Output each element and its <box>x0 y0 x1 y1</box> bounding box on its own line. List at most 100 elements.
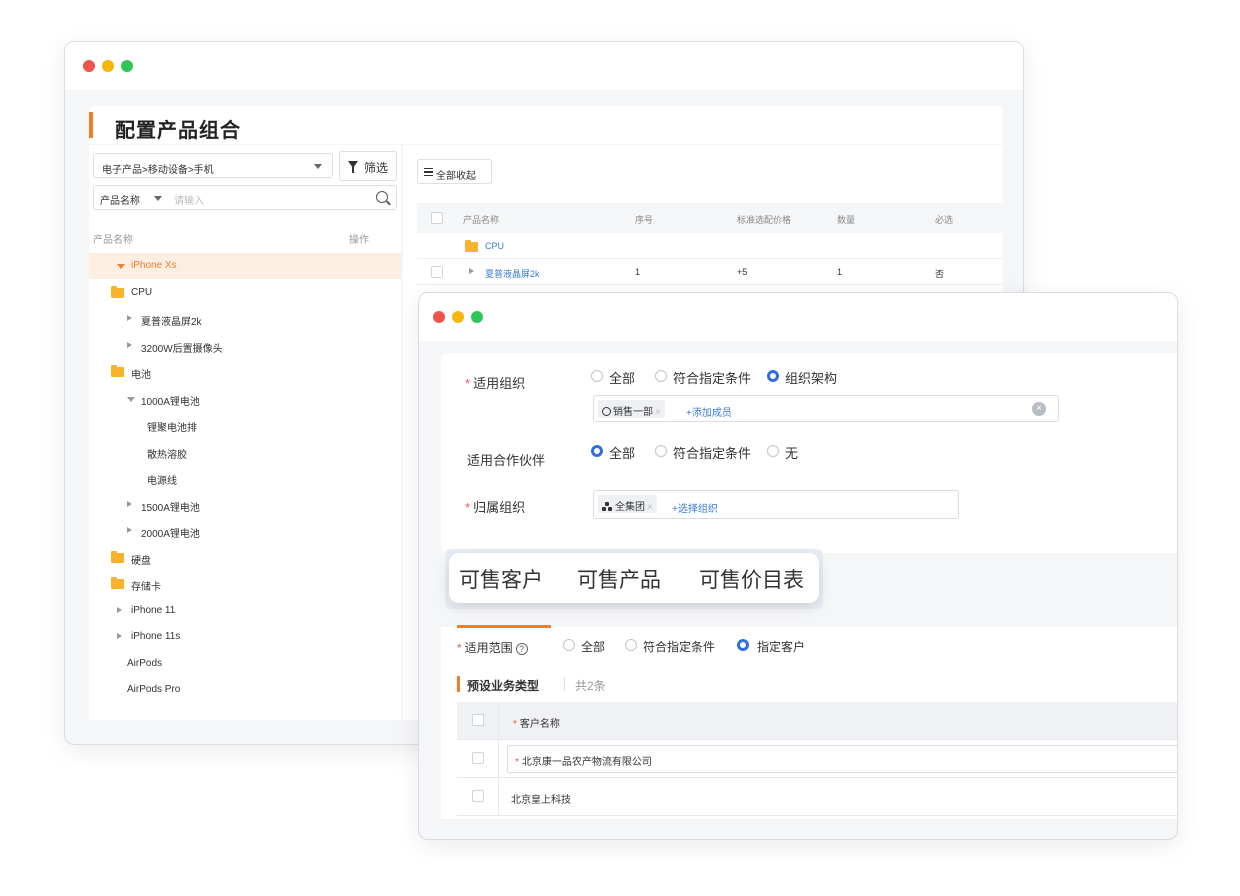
tree-item[interactable]: iPhone 11 <box>89 598 401 624</box>
chevron-down-icon <box>314 164 322 169</box>
tree-item[interactable]: iPhone Xs <box>89 253 401 279</box>
tree-item[interactable]: 锂聚电池排 <box>89 412 401 438</box>
table-row[interactable]: 北京皇上科技 <box>457 778 1177 816</box>
tree-item[interactable]: 夏普液晶屏2k <box>89 306 401 332</box>
row-checkbox[interactable] <box>472 752 484 764</box>
collapse-icon[interactable] <box>117 264 125 269</box>
row-checkbox[interactable] <box>431 266 443 278</box>
org-radio-all[interactable] <box>591 370 603 382</box>
table-row[interactable]: * 北京康一品农产物流有限公司 <box>457 740 1177 778</box>
tree-item[interactable]: 1500A锂电池 <box>89 492 401 518</box>
col-qty: 数量 <box>837 215 856 225</box>
folder-icon <box>111 577 124 589</box>
close-dot[interactable] <box>83 60 95 72</box>
tree-item-label: CPU <box>131 286 153 298</box>
section-count: 共2条 <box>575 679 606 693</box>
close-dot[interactable] <box>433 311 445 323</box>
col-name: 产品名称 <box>463 215 500 225</box>
expand-icon[interactable] <box>469 268 474 274</box>
tree-item[interactable]: CPU <box>89 280 401 306</box>
col-price: 标准选配价格 <box>737 215 792 225</box>
availability-window: * 适用组织 全部 符合指定条件 组织架构 销售一部 × +添加成员 × 适用合作伙… <box>418 292 1178 840</box>
tree-item-label: AirPods Pro <box>127 684 181 695</box>
tag-close-icon[interactable]: × <box>655 407 661 418</box>
org-member-input[interactable]: 销售一部 × +添加成员 × <box>593 395 1059 422</box>
tree-item[interactable]: 存储卡 <box>89 571 401 597</box>
minimize-dot[interactable] <box>452 311 464 323</box>
scope-radio-all[interactable] <box>563 639 575 651</box>
divider <box>564 677 565 691</box>
tree-item-label: 1000A锂电池 <box>141 396 200 408</box>
collapse-all-button[interactable]: 全部收起 <box>417 159 492 184</box>
tree-item[interactable]: AirPods <box>89 651 401 677</box>
partner-radio-none[interactable] <box>767 445 779 457</box>
tree-item[interactable]: 硬盘 <box>89 545 401 571</box>
tab-pricelists[interactable]: 可售价目表 <box>699 564 804 594</box>
group-label: CPU <box>485 241 505 251</box>
maximize-dot[interactable] <box>471 311 483 323</box>
org-radio-structure[interactable] <box>767 370 779 382</box>
tree-header-name: 产品名称 <box>93 235 133 246</box>
list-icon <box>424 168 433 176</box>
tree-item-label: iPhone 11s <box>131 631 181 642</box>
tree-item[interactable]: 电池 <box>89 359 401 385</box>
select-org-link[interactable]: +选择组织 <box>672 500 718 515</box>
folder-icon <box>111 365 124 377</box>
tree-item[interactable]: 2000A锂电池 <box>89 518 401 544</box>
expand-icon[interactable] <box>117 633 122 639</box>
category-select-value: 电子产品>移动设备>手机 <box>102 165 214 176</box>
filter-button[interactable]: 筛选 <box>339 151 397 181</box>
tab-products[interactable]: 可售产品 <box>577 564 661 594</box>
partner-option-none: 无 <box>785 446 799 461</box>
category-select[interactable]: 电子产品>移动设备>手机 <box>93 153 333 178</box>
scope-radio-condition[interactable] <box>625 639 637 651</box>
tree-item-label: 夏普液晶屏2k <box>141 317 202 328</box>
tree-item[interactable]: 电源线 <box>89 465 401 491</box>
tree-item-label: 2000A锂电池 <box>141 529 200 540</box>
tree-item[interactable]: 3200W后置摄像头 <box>89 333 401 359</box>
help-icon[interactable]: ? <box>515 643 528 655</box>
tree-item-label: 散热溶胶 <box>147 449 187 461</box>
tag-close-icon[interactable]: × <box>647 502 653 513</box>
tree-item[interactable]: 1000A锂电池 <box>89 386 401 412</box>
tree-item-label: 1500A锂电池 <box>141 502 200 514</box>
partner-radio-all[interactable] <box>591 445 603 457</box>
search-key-select[interactable]: 产品名称 <box>100 192 140 207</box>
row-name[interactable]: 夏普液晶屏2k <box>485 267 540 280</box>
org-settings-form: * 适用组织 全部 符合指定条件 组织架构 销售一部 × +添加成员 × 适用合作伙… <box>441 353 1177 553</box>
minimize-dot[interactable] <box>102 60 114 72</box>
tab-customers[interactable]: 可售客户 <box>459 564 543 594</box>
org-radio-condition[interactable] <box>655 370 667 382</box>
scope-radio-customer[interactable] <box>737 639 749 651</box>
clear-icon[interactable]: × <box>1032 402 1046 416</box>
customer-name[interactable]: * 北京康一品农产物流有限公司 <box>515 753 652 768</box>
select-all-checkbox[interactable] <box>431 212 443 224</box>
select-all-checkbox[interactable] <box>472 714 484 726</box>
add-member-link[interactable]: +添加成员 <box>686 404 732 419</box>
collapse-all-label: 全部收起 <box>436 171 476 182</box>
expand-icon[interactable] <box>127 341 132 348</box>
belong-org-input[interactable]: 全集团 × +选择组织 <box>593 490 959 519</box>
table-group-row[interactable]: CPU <box>417 233 1003 259</box>
product-search[interactable]: 产品名称 请输入 <box>93 185 397 210</box>
maximize-dot[interactable] <box>121 60 133 72</box>
belong-field-label: * 归属组织 <box>465 500 526 515</box>
tree-item[interactable]: AirPods Pro <box>89 677 401 703</box>
expand-icon[interactable] <box>127 527 132 533</box>
tree-item[interactable]: 散热溶胶 <box>89 439 401 465</box>
expand-icon[interactable] <box>127 500 132 507</box>
scope-option-customer: 指定客户 <box>757 640 806 654</box>
expand-icon[interactable] <box>117 606 122 613</box>
search-input[interactable]: 请输入 <box>174 192 204 207</box>
department-icon <box>602 407 611 416</box>
row-price: +5 <box>737 267 748 277</box>
table-row[interactable]: 夏普液晶屏2k 1 +5 1 否 <box>417 259 1003 285</box>
expand-icon[interactable] <box>127 315 132 321</box>
partner-radio-condition[interactable] <box>655 445 667 457</box>
collapse-icon[interactable] <box>127 396 135 402</box>
tree-item[interactable]: iPhone 11s <box>89 624 401 650</box>
search-icon[interactable] <box>376 191 388 203</box>
partner-option-condition: 符合指定条件 <box>673 446 752 461</box>
row-checkbox[interactable] <box>472 790 484 802</box>
tree-item-label: iPhone Xs <box>131 260 177 271</box>
